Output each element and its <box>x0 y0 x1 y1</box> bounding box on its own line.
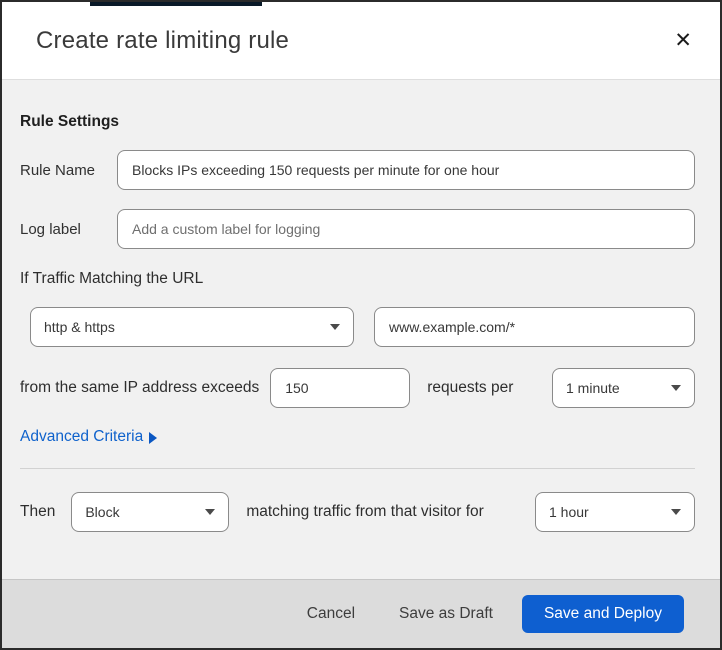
log-label-row: Log label <box>20 209 695 249</box>
scheme-select-value: http & https <box>44 319 115 335</box>
traffic-match-intro: If Traffic Matching the URL <box>20 270 204 287</box>
url-input-wrap <box>374 307 695 347</box>
then-row: Then Block matching traffic from that vi… <box>20 492 695 532</box>
threshold-text-after: requests per <box>427 379 514 396</box>
log-label-label: Log label <box>20 220 81 238</box>
cancel-button[interactable]: Cancel <box>307 597 355 631</box>
rule-name-input[interactable] <box>117 150 695 190</box>
period-select[interactable]: 1 minute <box>552 368 695 408</box>
period-select-value: 1 minute <box>566 380 620 396</box>
create-rate-limiting-rule-dialog: Create rate limiting rule ✕ Rule Setting… <box>0 0 722 650</box>
close-icon[interactable]: ✕ <box>670 26 696 55</box>
chevron-down-icon <box>671 509 681 515</box>
section-divider <box>20 468 695 469</box>
url-pattern-input[interactable] <box>374 307 695 347</box>
chevron-down-icon <box>330 324 340 330</box>
duration-select[interactable]: 1 hour <box>535 492 695 532</box>
advanced-criteria-row: Advanced Criteria <box>20 428 695 446</box>
duration-select-value: 1 hour <box>549 504 589 520</box>
log-label-input[interactable] <box>117 209 695 249</box>
rule-name-label: Rule Name <box>20 161 96 179</box>
chevron-down-icon <box>671 385 681 391</box>
dialog-body: Rule Settings Rule Name Log label If Tra… <box>2 80 720 579</box>
request-count-input[interactable] <box>270 368 411 408</box>
background-page-accent-strip <box>90 2 262 6</box>
dialog-footer: Cancel Save as Draft Save and Deploy <box>2 579 720 648</box>
then-middle-text: matching traffic from that visitor for <box>246 503 484 520</box>
save-and-deploy-button[interactable]: Save and Deploy <box>521 595 684 633</box>
rule-name-row: Rule Name <box>20 150 695 190</box>
rule-settings-heading: Rule Settings <box>20 113 120 130</box>
advanced-criteria-label: Advanced Criteria <box>20 428 144 445</box>
threshold-row: from the same IP address exceeds request… <box>20 368 695 408</box>
dialog-header: Create rate limiting rule ✕ <box>2 2 720 80</box>
url-match-row: http & https <box>20 307 695 347</box>
action-select-value: Block <box>85 504 120 520</box>
save-as-draft-button[interactable]: Save as Draft <box>399 597 493 631</box>
chevron-down-icon <box>205 509 216 515</box>
scheme-select[interactable]: http & https <box>30 307 354 347</box>
advanced-criteria-link[interactable]: Advanced Criteria <box>20 428 158 446</box>
then-label: Then <box>20 503 56 520</box>
action-select[interactable]: Block <box>71 492 230 532</box>
dialog-title: Create rate limiting rule <box>36 26 290 54</box>
threshold-text-before: from the same IP address exceeds <box>20 379 260 396</box>
expand-right-icon <box>149 432 158 444</box>
